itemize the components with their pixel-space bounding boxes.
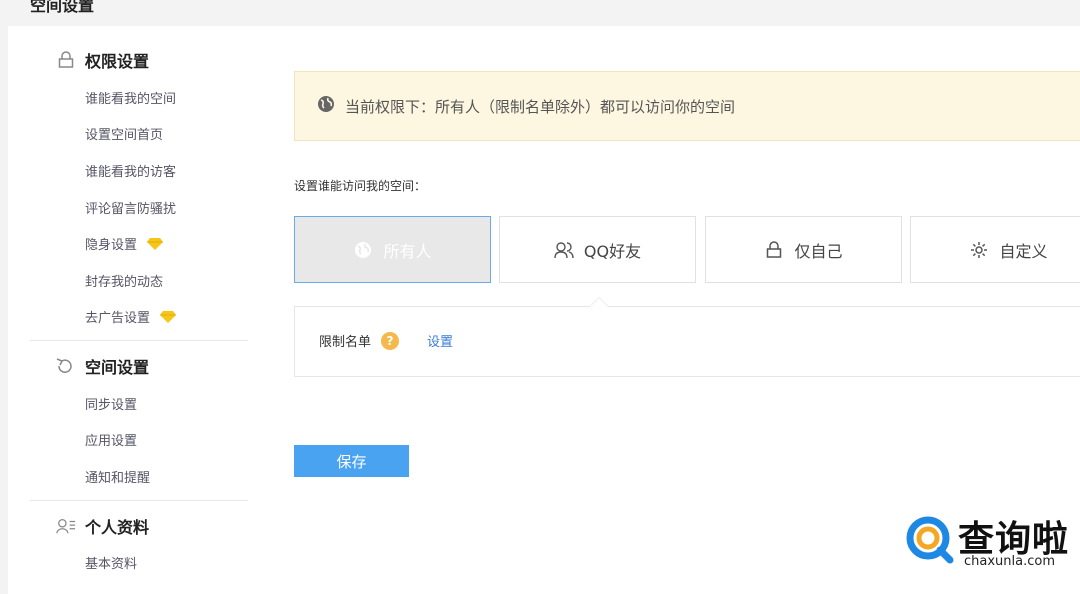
sidebar-item-homepage[interactable]: 设置空间首页 [85,124,163,143]
watermark-domain: chaxunla.com [964,554,1055,569]
globe-icon [317,95,335,117]
refresh-icon [56,356,76,376]
option-qq-friends[interactable]: QQ好友 [499,216,696,283]
settings-panel: 权限设置 谁能看我的空间 设置空间首页 谁能看我的访客 评论留言防骚扰 隐身设置… [8,26,1080,594]
section-space: 空间设置 [56,354,149,378]
option-everyone[interactable]: 所有人 [294,216,491,283]
divider [30,500,248,501]
profile-icon [56,516,76,536]
magnifier-logo-icon [906,516,954,564]
sidebar-item-apps[interactable]: 应用设置 [85,430,137,449]
diamond-icon [147,237,164,250]
permission-notice: 当前权限下：所有人（限制名单除外）都可以访问你的空间 [294,71,1080,141]
sidebar-item-archive[interactable]: 封存我的动态 [85,271,163,290]
gear-icon [969,240,989,260]
diamond-icon [160,310,177,323]
sidebar-item-who-can-view[interactable]: 谁能看我的空间 [85,88,176,107]
sidebar-item-sync[interactable]: 同步设置 [85,394,137,413]
globe-icon [353,240,373,260]
sidebar-item-remove-ads[interactable]: 去广告设置 [85,307,177,326]
help-icon[interactable]: ? [381,331,400,350]
restrict-settings-link[interactable]: 设置 [427,331,453,350]
notice-text: 当前权限下：所有人（限制名单除外）都可以访问你的空间 [345,97,736,116]
lock-icon [56,50,76,70]
option-only-me[interactable]: 仅自己 [705,216,902,283]
access-label: 设置谁能访问我的空间： [294,179,427,193]
sidebar-item-notify[interactable]: 通知和提醒 [85,467,150,486]
friends-icon [554,240,574,260]
watermark-logo: 查询啦 chaxunla.com [906,512,1080,580]
sidebar-item-invisible[interactable]: 隐身设置 [85,234,164,253]
sidebar-item-anti-harass[interactable]: 评论留言防骚扰 [85,198,176,217]
save-button[interactable]: 保存 [294,445,409,477]
divider [30,340,248,341]
section-profile: 个人资料 [56,514,149,538]
sidebar-item-more[interactable]: ... [85,586,97,594]
restrict-label: 限制名单 [319,335,372,350]
sidebar-item-visitors[interactable]: 谁能看我的访客 [85,161,176,180]
restrict-list-box: 限制名单 ? 设置 [294,297,1080,377]
lock-icon [764,240,784,260]
sidebar-item-basic-info[interactable]: 基本资料 [85,553,137,572]
page-title: 空间设置 [30,0,95,15]
sidebar: 权限设置 谁能看我的空间 设置空间首页 谁能看我的访客 评论留言防骚扰 隐身设置… [8,26,250,594]
option-custom[interactable]: 自定义 [910,216,1080,283]
section-permission: 权限设置 [56,48,149,72]
